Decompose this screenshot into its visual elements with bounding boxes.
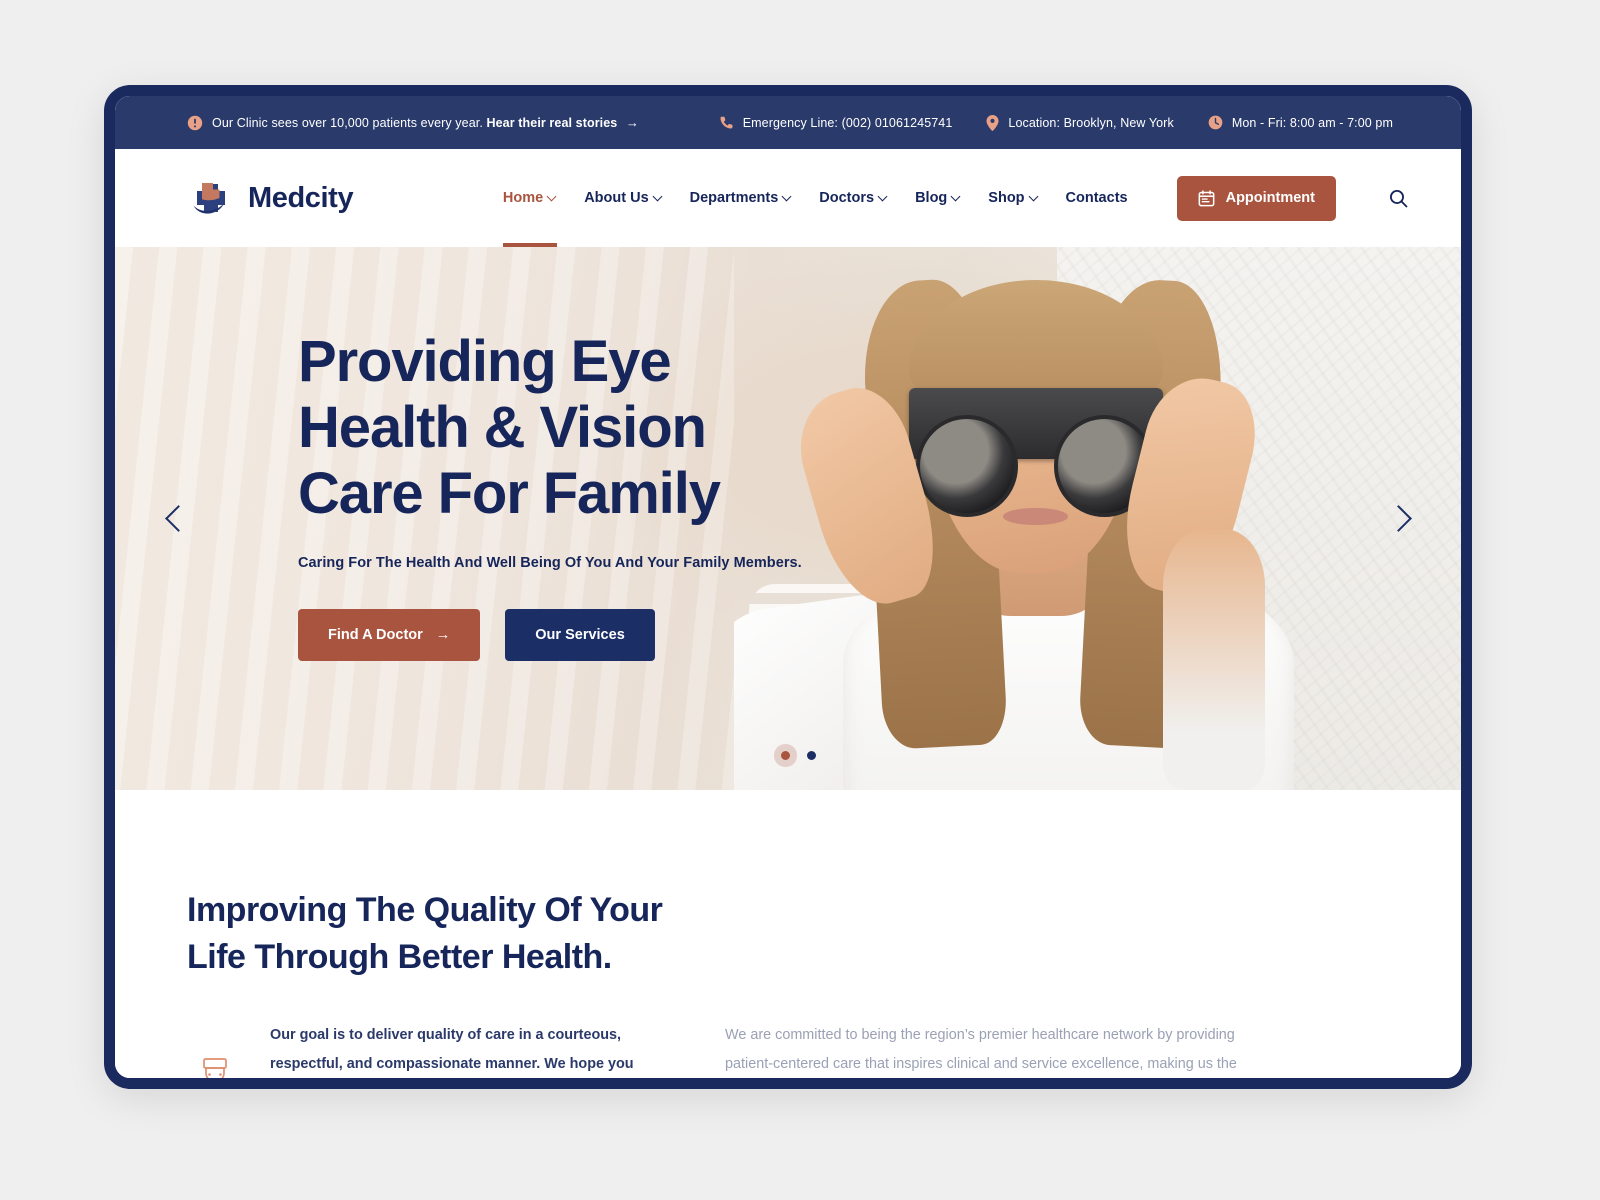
site-viewport: Our Clinic sees over 10,000 patients eve…: [115, 96, 1461, 1078]
about-title: Improving The Quality Of Your Life Throu…: [187, 887, 1389, 981]
nav-label-departments: Departments: [689, 190, 779, 206]
clock-icon: [1208, 115, 1223, 130]
nav-item-about-us[interactable]: About Us: [584, 149, 662, 247]
brand-name: Medcity: [248, 181, 354, 214]
about-right-text: We are committed to being the region’s p…: [725, 1026, 1237, 1073]
page-root: Our Clinic sees over 10,000 patients eve…: [0, 0, 1600, 1200]
chevron-down-icon: [1030, 193, 1039, 202]
brand-logo[interactable]: Medcity: [187, 174, 354, 222]
search-icon[interactable]: [1385, 185, 1411, 211]
topbar-notice-link[interactable]: Hear their real stories: [487, 116, 618, 130]
appointment-button-label: Appointment: [1225, 190, 1315, 206]
doctor-icon: [187, 1027, 243, 1078]
find-a-doctor-label: Find A Doctor: [328, 627, 423, 644]
hero-title-line-2: Health & Vision: [298, 395, 707, 461]
hero-title-line-3: Care For Family: [298, 461, 721, 527]
carousel-dot-2[interactable]: [807, 751, 816, 760]
find-a-doctor-button[interactable]: Find A Doctor →: [298, 609, 481, 662]
photo-arm-right: [1162, 529, 1265, 790]
chevron-down-icon: [879, 193, 888, 202]
site-header: Medcity Home About Us Departments Doctor…: [115, 149, 1461, 247]
nav-label-contacts: Contacts: [1065, 190, 1128, 206]
nav-item-departments[interactable]: Departments: [690, 149, 793, 247]
nav-item-blog[interactable]: Blog: [915, 149, 961, 247]
hero-carousel: Providing Eye Health & Vision Care For F…: [115, 247, 1461, 790]
carousel-dots: [781, 751, 816, 760]
nav-item-shop[interactable]: Shop: [988, 149, 1038, 247]
about-section: Improving The Quality Of Your Life Throu…: [115, 790, 1461, 1078]
hero-subtitle: Caring For The Health And Well Being Of …: [298, 555, 802, 572]
nav-item-home[interactable]: Home: [502, 149, 558, 247]
nav-label-shop: Shop: [988, 190, 1025, 206]
about-title-line-2: Life Through Better Health.: [187, 937, 612, 976]
carousel-prev-button[interactable]: [155, 493, 195, 545]
chevron-down-icon: [783, 193, 792, 202]
carousel-next-button[interactable]: [1381, 493, 1421, 545]
about-title-line-1: Improving The Quality Of Your: [187, 891, 663, 929]
map-pin-icon: [986, 114, 999, 131]
topbar-emergency-line[interactable]: Emergency Line: (002) 01061245741: [719, 115, 953, 130]
carousel-dot-1[interactable]: [781, 751, 790, 760]
nav-label-about-us: About Us: [584, 190, 649, 206]
topbar-hours-label: Mon - Fri: 8:00 am - 7:00 pm: [1231, 115, 1393, 130]
photo-phoropter: [908, 388, 1163, 517]
chevron-right-icon: [1384, 505, 1412, 532]
about-left-text: Our goal is to deliver quality of care i…: [270, 1026, 634, 1073]
topbar-location[interactable]: Location: Brooklyn, New York: [986, 114, 1174, 131]
phone-icon: [719, 115, 734, 130]
our-services-button[interactable]: Our Services: [505, 609, 655, 662]
our-services-label: Our Services: [535, 627, 625, 644]
nav-item-doctors[interactable]: Doctors: [819, 149, 888, 247]
hero-title-line-1: Providing Eye: [298, 329, 672, 394]
chevron-left-icon: [164, 505, 192, 532]
about-columns: Our goal is to deliver quality of care i…: [187, 1021, 1389, 1078]
about-right-column: We are committed to being the region’s p…: [725, 1021, 1255, 1078]
nav-item-contacts[interactable]: Contacts: [1066, 149, 1128, 247]
phoropter-lens-left: [916, 414, 1018, 517]
topbar-notice-text: Our Clinic sees over 10,000 patients eve…: [212, 116, 483, 130]
medcity-logo-icon: [187, 174, 235, 222]
topbar-emergency-label: Emergency Line: (002) 01061245741: [742, 115, 953, 130]
topbar-contact-list: Emergency Line: (002) 01061245741 Locati…: [719, 114, 1393, 131]
about-left-column: Our goal is to deliver quality of care i…: [187, 1021, 637, 1078]
topbar-hours[interactable]: Mon - Fri: 8:00 am - 7:00 pm: [1208, 115, 1393, 130]
arrow-right-icon: →: [435, 627, 451, 644]
nav-label-home: Home: [502, 190, 544, 206]
chevron-down-icon: [654, 193, 663, 202]
exclamation-circle-icon: [187, 115, 203, 131]
main-nav: Home About Us Departments Doctors Blog S…: [502, 149, 1411, 247]
chevron-down-icon: [548, 193, 557, 202]
hero-title: Providing Eye Health & Vision Care For F…: [298, 329, 802, 527]
topbar-notice[interactable]: Our Clinic sees over 10,000 patients eve…: [187, 115, 639, 131]
hero-content: Providing Eye Health & Vision Care For F…: [298, 329, 802, 662]
nav-label-doctors: Doctors: [819, 190, 875, 206]
nav-label-blog: Blog: [915, 190, 948, 206]
appointment-button[interactable]: Appointment: [1176, 175, 1336, 221]
photo-mouth: [1003, 507, 1069, 525]
hero-actions: Find A Doctor → Our Services: [298, 609, 802, 662]
top-info-bar: Our Clinic sees over 10,000 patients eve…: [115, 96, 1461, 149]
chevron-down-icon: [952, 193, 961, 202]
browser-frame: Our Clinic sees over 10,000 patients eve…: [104, 85, 1472, 1089]
arrow-right-icon: →: [625, 115, 640, 130]
hero-photo-subject: [734, 247, 1461, 790]
calendar-icon: [1198, 189, 1215, 207]
topbar-location-label: Location: Brooklyn, New York: [1008, 115, 1174, 130]
